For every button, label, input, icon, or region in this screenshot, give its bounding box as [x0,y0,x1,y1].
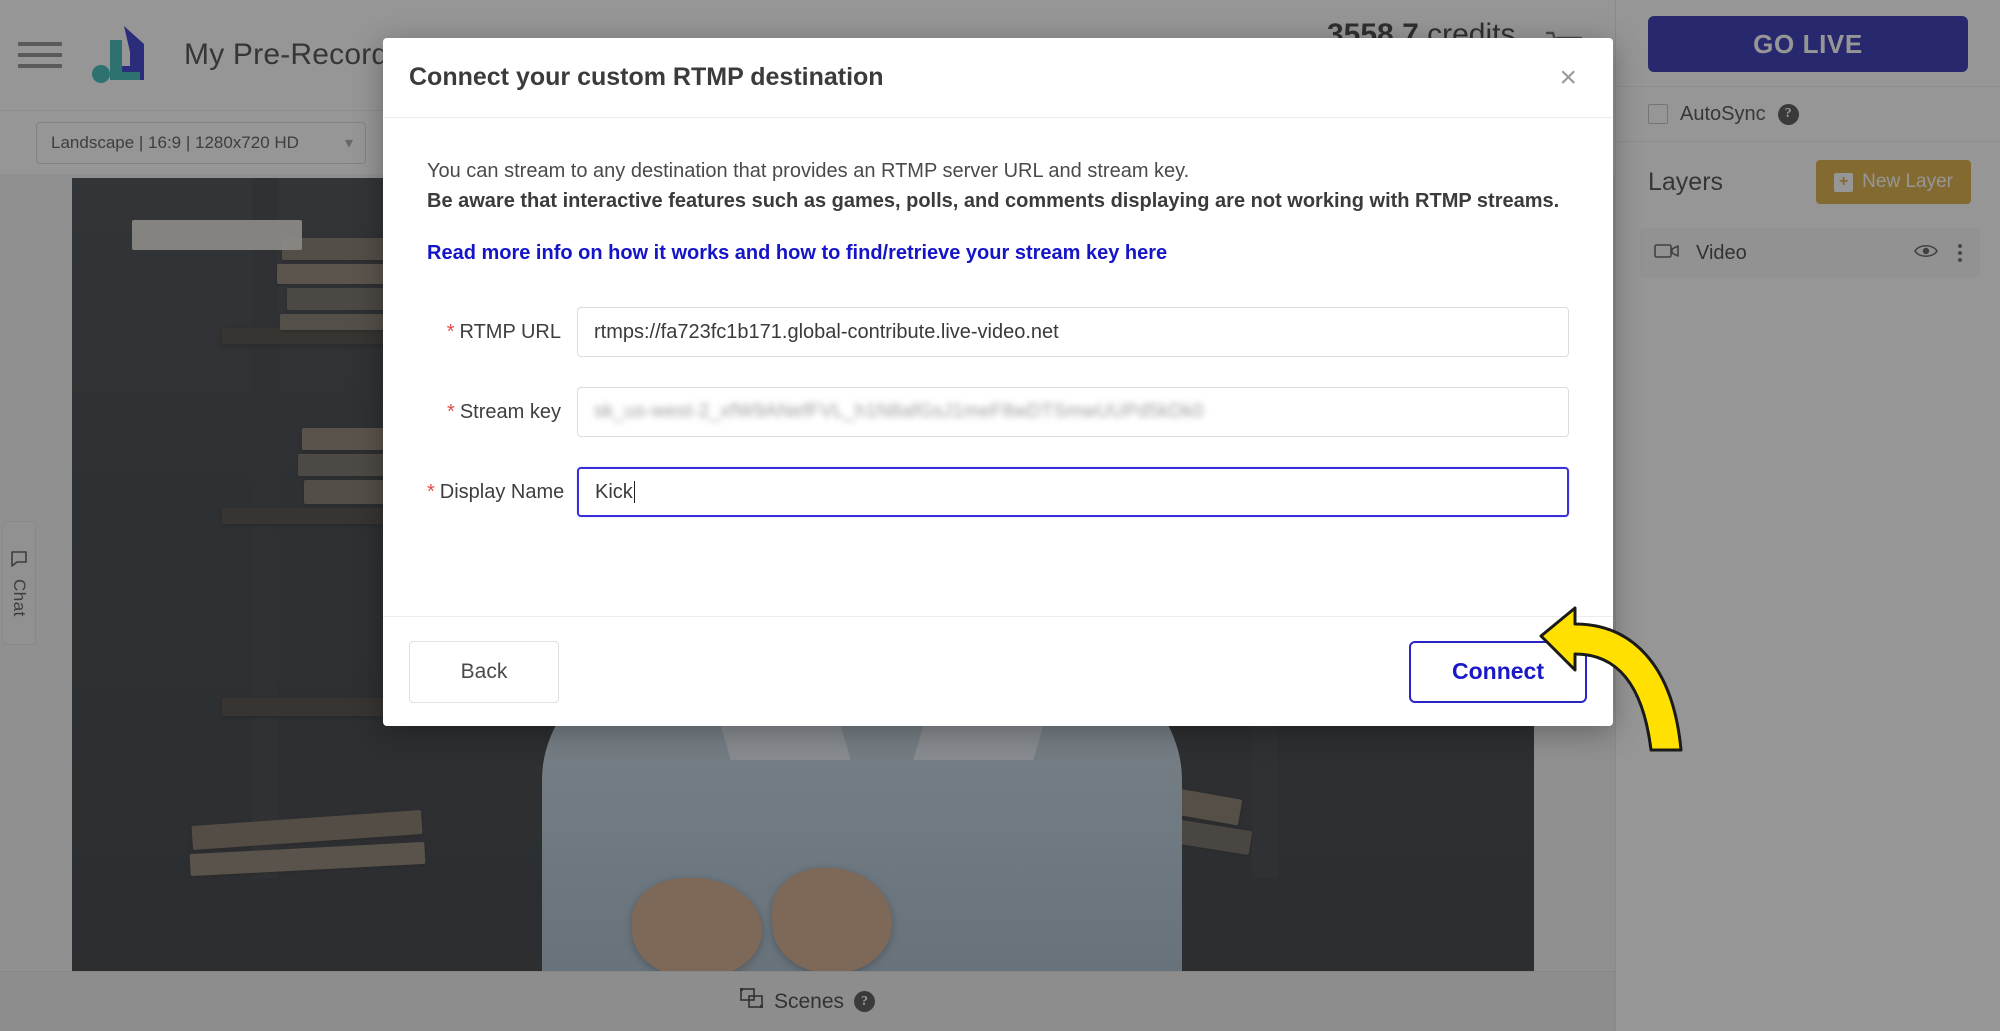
display-name-input[interactable]: Kick [577,467,1569,517]
stream-key-label-text: Stream key [459,400,561,423]
required-star-icon: * [427,480,435,503]
display-name-label-text: Display Name [439,480,565,503]
field-row-rtmp-url: * RTMP URL rtmps://fa723fc1b171.global-co… [427,307,1569,357]
modal-header: Connect your custom RTMP destination × [383,38,1613,118]
modal-body: You can stream to any destination that p… [383,118,1613,616]
app-root: My Pre-Recorded Stream 3558.7 credits La… [0,0,2000,1031]
stream-key-label: * Stream key [427,401,577,424]
required-star-icon: * [446,320,455,343]
text-caret [633,481,636,503]
rtmp-url-label-text: RTMP URL [459,320,561,343]
rtmp-destination-modal: Connect your custom RTMP destination × Y… [383,38,1613,726]
display-name-label: * Display Name [427,481,577,504]
connect-button[interactable]: Connect [1409,640,1587,703]
modal-description-2: Be aware that interactive features such … [427,190,1560,212]
back-button[interactable]: Back [409,640,559,703]
modal-footer: Back Connect [383,616,1613,726]
modal-title: Connect your custom RTMP destination [409,63,884,91]
field-row-display-name: * Display Name Kick [427,467,1569,517]
close-icon[interactable]: × [1551,61,1585,95]
modal-description-1: You can stream to any destination that p… [427,160,1190,182]
stream-key-input[interactable]: sk_us-west-2_xfW9ANefFVL_h1N8afGsJ1meF8w… [577,387,1569,437]
rtmp-url-input[interactable]: rtmps://fa723fc1b171.global-contribute.l… [577,307,1569,357]
field-row-stream-key: * Stream key sk_us-west-2_xfW9ANefFVL_h1N… [427,387,1569,437]
required-star-icon: * [447,400,455,423]
display-name-value: Kick [595,480,633,503]
rtmp-url-label: * RTMP URL [427,321,577,344]
stream-key-value-redacted: sk_us-west-2_xfW9ANefFVL_h1N8afGsJ1meF8w… [594,401,1204,422]
rtmp-form: * RTMP URL rtmps://fa723fc1b171.global-co… [427,307,1569,517]
info-link[interactable]: Read more info on how it works and how t… [427,242,1167,265]
